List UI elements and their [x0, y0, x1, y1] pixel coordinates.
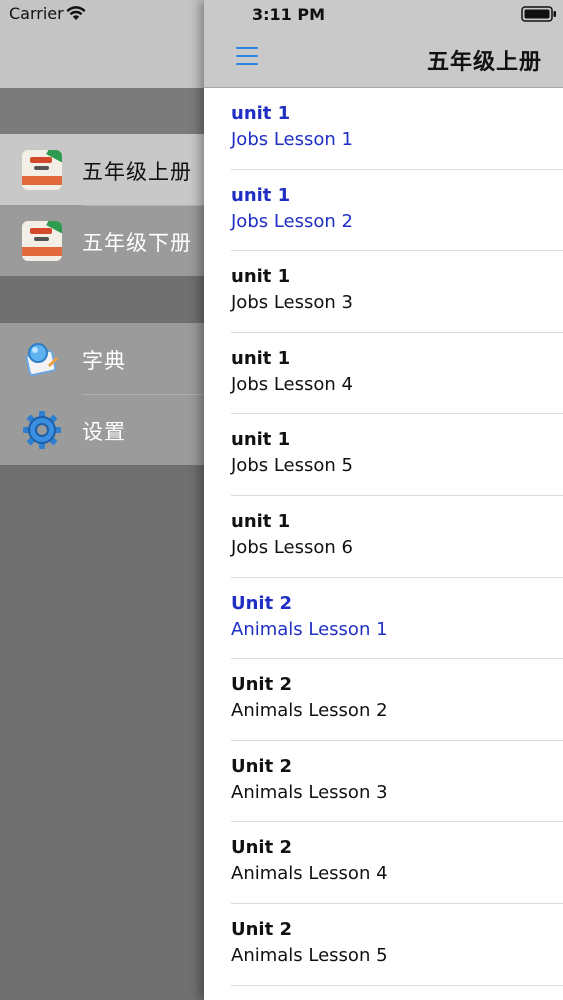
menu-item-label: 五年级上册: [82, 160, 192, 184]
lesson-label: Animals Lesson 4: [231, 863, 388, 885]
list-item[interactable]: Unit 2 Animals Lesson 4: [204, 822, 563, 904]
list-item[interactable]: Unit 2 Animals Lesson 5: [204, 904, 563, 986]
unit-label: unit 1: [231, 266, 291, 288]
lesson-label: Jobs Lesson 1: [231, 129, 353, 150]
page-title: 五年级上册: [426, 50, 542, 75]
lesson-label: Jobs Lesson 2: [231, 210, 353, 232]
row-divider: [231, 984, 563, 986]
unit-label: unit 1: [231, 429, 291, 451]
status-time: 3:11 PM: [251, 5, 325, 24]
lesson-label: Animals Lesson 2: [231, 700, 388, 722]
unit-label: Unit 2: [231, 837, 292, 859]
unit-label: unit 1: [231, 103, 291, 124]
carrier-label: Carrier: [9, 4, 64, 23]
unit-label: unit 1: [231, 510, 291, 532]
menu-item-label: 设置: [82, 420, 126, 444]
main-panel: 3:11 PM 五年级上册 unit 1 Jobs Lesson 1 unit 1 J…: [204, 0, 563, 1000]
unit-label: Unit 2: [231, 755, 292, 777]
lesson-label: Animals Lesson 1: [231, 618, 388, 640]
textbook-cover-icon: [22, 221, 62, 261]
dictionary-icon: [25, 343, 58, 376]
list-item[interactable]: Unit 2 Animals Lesson 2: [204, 659, 563, 741]
unit-label: unit 1: [231, 347, 291, 369]
unit-label: Unit 2: [231, 592, 292, 614]
lesson-list: unit 1 Jobs Lesson 1 unit 1 Jobs Lesson 2 un…: [204, 88, 563, 986]
lesson-label: Animals Lesson 3: [231, 781, 388, 803]
lesson-label: Animals Lesson 5: [231, 944, 388, 966]
list-item[interactable]: unit 1 Jobs Lesson 6: [204, 496, 563, 578]
list-item[interactable]: unit 1 Jobs Lesson 2: [204, 170, 563, 252]
navigation-bar: 3:11 PM 五年级上册: [204, 0, 563, 88]
unit-label: Unit 2: [231, 918, 292, 940]
hamburger-menu-icon[interactable]: [232, 42, 262, 70]
wifi-icon: [66, 6, 86, 20]
lesson-label: Jobs Lesson 6: [231, 536, 353, 558]
list-item[interactable]: unit 1 Jobs Lesson 3: [204, 251, 563, 333]
list-item[interactable]: unit 1 Jobs Lesson 5: [204, 414, 563, 496]
unit-label: unit 1: [231, 184, 291, 206]
menu-item-label: 字典: [82, 349, 126, 373]
lesson-label: Jobs Lesson 3: [231, 292, 353, 314]
list-item[interactable]: unit 1 Jobs Lesson 4: [204, 333, 563, 415]
lesson-label: Jobs Lesson 4: [231, 373, 353, 395]
unit-label: Unit 2: [231, 674, 292, 696]
battery-icon: [521, 6, 556, 22]
list-item[interactable]: Unit 2 Animals Lesson 1: [204, 578, 563, 660]
list-item[interactable]: unit 1 Jobs Lesson 1: [204, 88, 563, 170]
lesson-label: Jobs Lesson 5: [231, 455, 353, 477]
gear-icon: [23, 411, 61, 449]
list-item[interactable]: Unit 2 Animals Lesson 3: [204, 741, 563, 823]
textbook-cover-icon: [22, 150, 62, 190]
menu-item-label: 五年级下册: [82, 231, 192, 255]
